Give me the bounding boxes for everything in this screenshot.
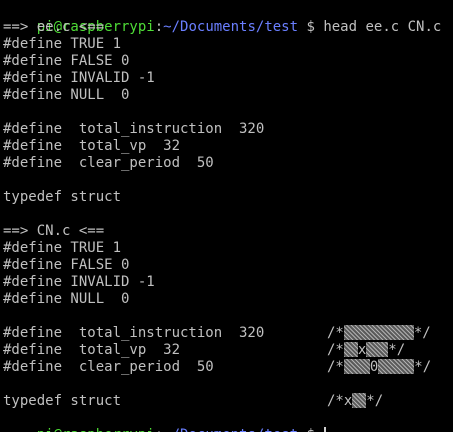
output-line: #define INVALID -1 [3, 70, 155, 86]
output-line: #define total_instruction 320 [3, 121, 265, 137]
output-line: #define INVALID -1 [3, 274, 155, 290]
comment-mark-zero: 0 [369, 359, 379, 375]
terminal-window[interactable]: pi@raspberrypi:~/Documents/test $ head e… [0, 0, 453, 432]
output-line: #define FALSE 0 [3, 257, 130, 273]
comment-open: /* [327, 393, 344, 409]
comment-close: */ [388, 342, 406, 358]
output-line: #define clear_period 50 [3, 359, 214, 375]
garbled-glyph-block [378, 359, 415, 374]
output-line: typedef struct [3, 393, 122, 409]
output-line: #define total_vp 32 [3, 342, 181, 358]
prompt-user-host: pi@raspberrypi [37, 427, 155, 432]
output-line: #define FALSE 0 [3, 53, 130, 69]
prompt-path: ~/Documents/test [163, 427, 298, 432]
garbled-glyph-block [366, 342, 389, 357]
comment-mark-x: x [343, 393, 353, 409]
garbled-glyph-block [352, 393, 367, 408]
prompt-path: ~/Documents/test [163, 19, 299, 35]
comment-mark-x: x [357, 342, 367, 358]
command-text: head ee.c CN.c [323, 19, 442, 35]
prompt-separator: : [155, 427, 163, 432]
comment-close: */ [366, 393, 384, 409]
comment-close: */ [413, 325, 431, 341]
text-cursor[interactable] [324, 427, 327, 432]
prompt-line-current[interactable]: pi@raspberrypi:~/Documents/test $ [3, 410, 327, 432]
garbled-glyph-block [343, 342, 358, 357]
output-line: #define NULL 0 [3, 291, 130, 307]
output-line: #define total_instruction 320 [3, 325, 265, 341]
comment-art-row-3: /* 0 */ [327, 359, 431, 376]
file-header-cn: ==> CN.c <== [3, 223, 105, 239]
prompt-symbol: $ [298, 427, 323, 432]
output-line: #define total_vp 32 [3, 138, 181, 154]
file-header-ee: ==> ee.c <== [3, 19, 105, 35]
output-line: #define NULL 0 [3, 87, 130, 103]
comment-close: */ [414, 359, 432, 375]
comment-open: /* [327, 342, 344, 358]
prompt-symbol: $ [298, 19, 324, 35]
comment-art-row-1: /* */ [327, 325, 431, 342]
comment-open: /* [327, 359, 344, 375]
comment-art-row-2: /* x */ [327, 342, 405, 359]
prompt-separator: : [154, 19, 164, 35]
output-line: #define clear_period 50 [3, 155, 214, 171]
garbled-glyph-block [343, 359, 370, 374]
comment-open: /* [327, 325, 344, 341]
output-line: #define TRUE 1 [3, 36, 122, 52]
comment-art-row-4: /*x */ [327, 393, 383, 410]
output-line: typedef struct [3, 189, 122, 205]
garbled-glyph-block [343, 325, 414, 340]
output-line: #define TRUE 1 [3, 240, 122, 256]
prompt-line-command: pi@raspberrypi:~/Documents/test $ head e… [3, 2, 442, 35]
